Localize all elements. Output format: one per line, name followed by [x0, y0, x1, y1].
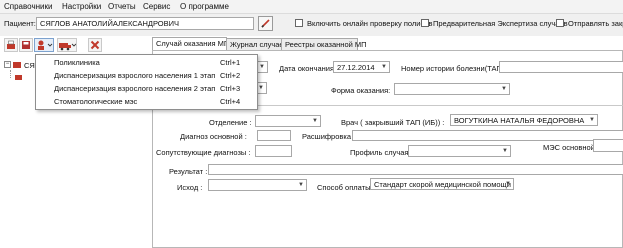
end-date-picker[interactable]: 27.12.2014 ▼	[333, 61, 390, 73]
decoding-field[interactable]	[352, 130, 623, 141]
outcome-combo[interactable]: ▼	[208, 179, 307, 191]
online-check-label: Включить онлайн проверку полисов	[307, 19, 433, 28]
case-type-dropdown-menu: Поликлиника Ctrl+1 Диспансеризация взросл…	[35, 54, 258, 110]
save-button[interactable]	[19, 38, 33, 52]
pre-expertise-label: Предварительная Экспертиза случаев	[433, 19, 568, 28]
case-type-combo[interactable]: ▼	[257, 82, 267, 94]
diagnosis-field[interactable]	[257, 130, 291, 141]
menu-about[interactable]: О программе	[180, 2, 229, 11]
menu-settings[interactable]: Настройки	[62, 2, 101, 11]
end-date-label: Дата окончания:	[279, 64, 337, 73]
patient-field[interactable]: СЯГЛОВ АНАТОЛИЙАЛЕКСАНДРОВИЧ	[36, 17, 254, 30]
form-label: Форма оказания:	[331, 86, 391, 95]
menu-service[interactable]: Сервис	[143, 2, 170, 11]
send-closed-checkbox[interactable]	[556, 19, 564, 27]
doctor-label: Врач ( закрывший ТАП (ИБ)) :	[341, 118, 445, 127]
print-button[interactable]	[4, 38, 18, 52]
tree-node-icon	[13, 62, 21, 68]
outcome-label: Исход :	[177, 183, 203, 192]
payment-combo[interactable]: Стандарт скорой медицинской помощи ▼	[370, 178, 514, 190]
decoding-label: Расшифровка :	[302, 132, 356, 141]
diagnosis-label: Диагноз основной :	[180, 132, 247, 141]
ambulance-button[interactable]	[57, 38, 77, 52]
form-combo[interactable]: ▼	[394, 83, 510, 95]
menu-item-polyclinic[interactable]: Поликлиника Ctrl+1	[36, 56, 257, 69]
history-label: Номер истории болезни(ТАП) :	[401, 64, 509, 73]
send-closed-label: Отправлять закры	[568, 19, 623, 28]
tree-child-icon	[15, 75, 22, 80]
add-case-button[interactable]	[34, 38, 54, 52]
tree-collapse-toggle[interactable]: −	[4, 61, 11, 68]
online-check-checkbox[interactable]	[295, 19, 303, 27]
payment-label: Способ оплаты:	[317, 183, 373, 192]
tree-connector	[10, 70, 12, 78]
ambulance-icon	[59, 43, 77, 51]
patient-label: Пациент:	[4, 19, 36, 28]
profile-label: Профиль случая:	[350, 148, 411, 157]
profile-combo[interactable]: ▼	[408, 145, 511, 157]
menu-bar: Справочники Настройки Отчеты Сервис О пр…	[0, 0, 623, 14]
menu-directories[interactable]: Справочники	[4, 2, 52, 11]
close-icon	[90, 40, 100, 50]
delete-button[interactable]	[88, 38, 102, 52]
tab-journal[interactable]: Журнал случаев	[226, 38, 288, 50]
menu-reports[interactable]: Отчеты	[108, 2, 136, 11]
menu-item-dental-mes[interactable]: Стоматологические мэс Ctrl+4	[36, 95, 257, 108]
result-label: Результат :	[169, 167, 208, 176]
mes-label: МЭС основной:	[543, 143, 597, 152]
doctor-value: ВОГУТКИНА НАТАЛЬЯ ФЕДОРОВНА	[454, 116, 585, 125]
history-field[interactable]	[499, 61, 623, 73]
printer-icon	[7, 40, 15, 49]
mes-field[interactable]	[593, 139, 623, 152]
menu-item-dispensary-stage-1[interactable]: Диспансеризация взрослого населения 1 эт…	[36, 69, 257, 82]
save-icon	[22, 41, 30, 49]
menu-item-dispensary-stage-2[interactable]: Диспансеризация взрослого населения 2 эт…	[36, 82, 257, 95]
end-date-value: 27.12.2014	[337, 63, 375, 72]
pencil-icon	[261, 19, 270, 28]
payment-value: Стандарт скорой медицинской помощи	[374, 180, 511, 189]
tab-registries[interactable]: Реестры оказанной МП	[281, 38, 367, 50]
tab-case[interactable]: Случай оказания МП	[152, 37, 229, 50]
doctor-combo[interactable]: ВОГУТКИНА НАТАЛЬЯ ФЕДОРОВНА ▼	[450, 114, 598, 126]
result-field[interactable]	[208, 164, 623, 175]
department-combo[interactable]: ▼	[255, 115, 321, 127]
concomitant-label: Сопутствующие диагнозы :	[156, 148, 251, 157]
edit-patient-button[interactable]	[258, 16, 273, 31]
department-label: Отделение :	[209, 118, 252, 127]
pre-expertise-checkbox[interactable]	[421, 19, 429, 27]
concomitant-field[interactable]	[255, 145, 292, 157]
person-add-icon	[38, 40, 53, 50]
